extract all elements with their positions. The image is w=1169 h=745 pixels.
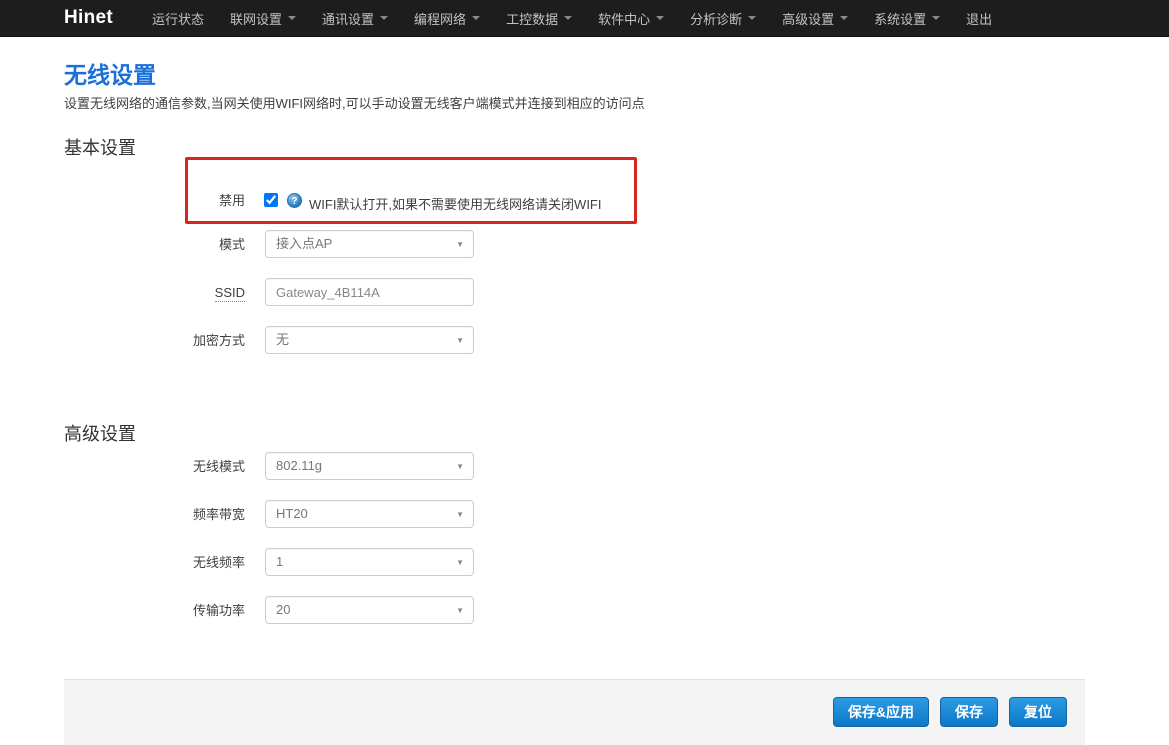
chevron-down-icon — [656, 16, 664, 20]
wireless-mode-select[interactable]: 802.11g ▼ — [265, 452, 474, 480]
encryption-label: 加密方式 — [84, 333, 245, 348]
highlight-annotation-box — [185, 157, 637, 224]
mode-label: 模式 — [84, 237, 245, 252]
chevron-down-icon — [288, 16, 296, 20]
chevron-down-icon — [840, 16, 848, 20]
wireless-mode-label: 无线模式 — [84, 459, 245, 474]
chevron-down-icon — [380, 16, 388, 20]
mode-select[interactable]: 接入点AP ▼ — [265, 230, 474, 258]
chevron-down-icon: ▼ — [456, 502, 464, 527]
nav-item-logout[interactable]: 退出 — [953, 0, 1005, 36]
nav-item-advanced-settings[interactable]: 高级设置 — [769, 0, 861, 36]
nav-menu: 运行状态 联网设置 通讯设置 编程网络 工控数据 软件中心 分析诊断 高级设置 … — [139, 0, 1005, 36]
chevron-down-icon: ▼ — [456, 232, 464, 257]
chevron-down-icon: ▼ — [456, 598, 464, 623]
page-title: 无线设置 — [64, 56, 156, 90]
channel-select[interactable]: 1 ▼ — [265, 548, 474, 576]
encryption-select[interactable]: 无 ▼ — [265, 326, 474, 354]
nav-item-run-status[interactable]: 运行状态 — [139, 0, 217, 36]
chevron-down-icon: ▼ — [456, 328, 464, 353]
bandwidth-select[interactable]: HT20 ▼ — [265, 500, 474, 528]
nav-item-system-settings[interactable]: 系统设置 — [861, 0, 953, 36]
channel-label: 无线频率 — [84, 555, 245, 570]
chevron-down-icon: ▼ — [456, 454, 464, 479]
reset-button[interactable]: 复位 — [1009, 697, 1067, 727]
save-apply-button[interactable]: 保存&应用 — [833, 697, 929, 727]
bandwidth-label: 频率带宽 — [84, 507, 245, 522]
nav-item-analysis-diagnosis[interactable]: 分析诊断 — [677, 0, 769, 36]
ssid-label: SSID — [84, 285, 245, 300]
help-icon[interactable]: ? — [287, 193, 302, 208]
disable-hint-text: WIFI默认打开,如果不需要使用无线网络请关闭WIFI — [309, 194, 601, 213]
chevron-down-icon: ▼ — [456, 550, 464, 575]
footer-bar: 保存&应用 保存 复位 — [64, 679, 1085, 745]
chevron-down-icon — [932, 16, 940, 20]
chevron-down-icon — [748, 16, 756, 20]
page-description: 设置无线网络的通信参数,当网关使用WIFI网络时,可以手动设置无线客户端模式并连… — [64, 93, 645, 112]
chevron-down-icon — [564, 16, 572, 20]
nav-item-network-settings[interactable]: 联网设置 — [217, 0, 309, 36]
nav-item-software-center[interactable]: 软件中心 — [585, 0, 677, 36]
ssid-input[interactable] — [265, 278, 474, 306]
footer-button-row: 保存&应用 保存 复位 — [833, 697, 1067, 727]
tx-power-select[interactable]: 20 ▼ — [265, 596, 474, 624]
disable-label: 禁用 — [84, 193, 245, 208]
nav-item-industrial-data[interactable]: 工控数据 — [493, 0, 585, 36]
save-button[interactable]: 保存 — [940, 697, 998, 727]
brand-logo[interactable]: Hinet — [64, 7, 113, 29]
chevron-down-icon — [472, 16, 480, 20]
section-heading-basic: 基本设置 — [64, 134, 136, 160]
tx-power-label: 传输功率 — [84, 603, 245, 618]
nav-item-programming-network[interactable]: 编程网络 — [401, 0, 493, 36]
top-navbar: Hinet 运行状态 联网设置 通讯设置 编程网络 工控数据 软件中心 分析诊断… — [0, 0, 1169, 37]
disable-checkbox[interactable] — [264, 193, 278, 207]
nav-item-comm-settings[interactable]: 通讯设置 — [309, 0, 401, 36]
section-heading-advanced: 高级设置 — [64, 420, 136, 446]
